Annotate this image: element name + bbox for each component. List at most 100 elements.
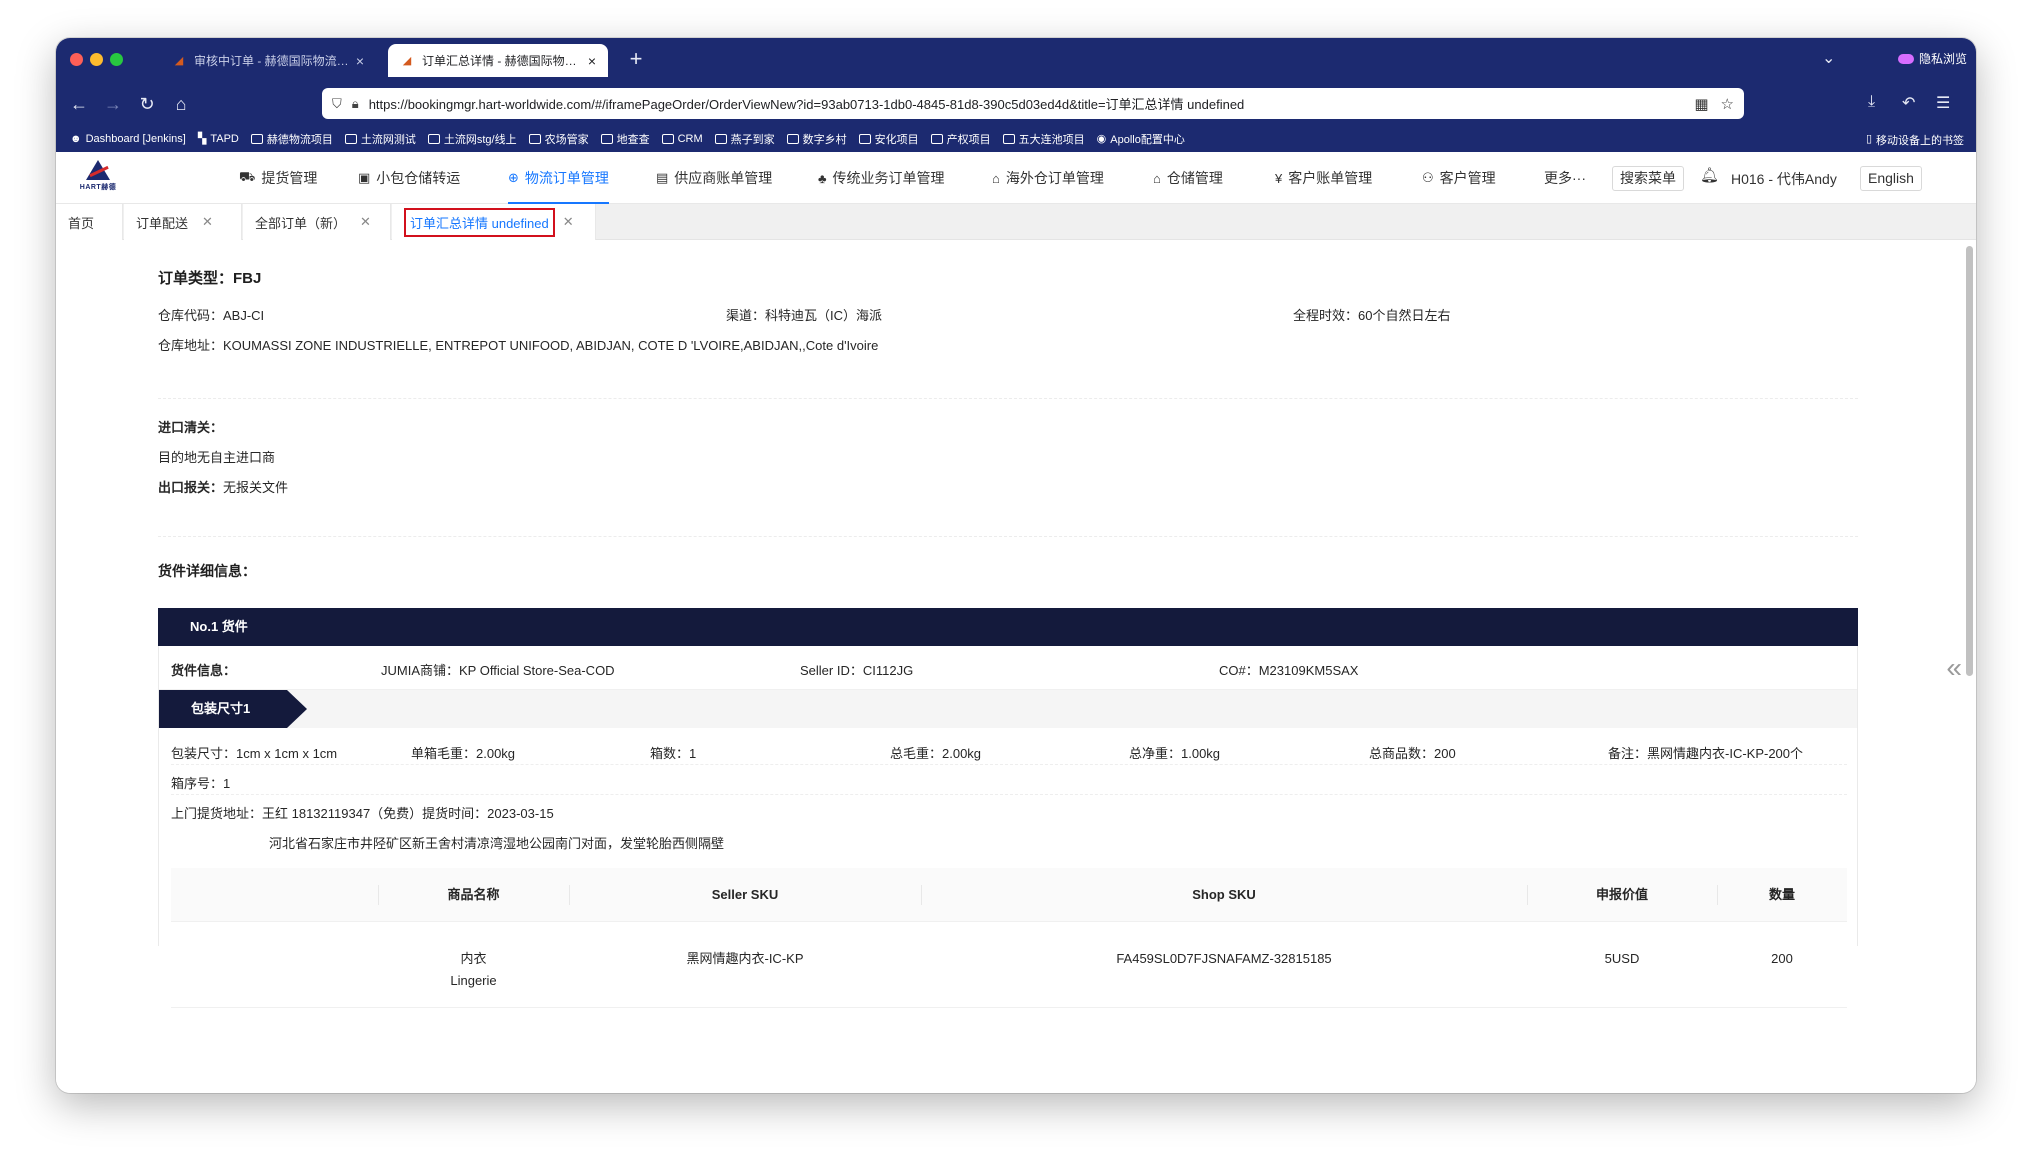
browser-tab-bar: ◢ 审核中订单 - 赫德国际物流管理系统 × ◢ 订单汇总详情 - 赫德国际物流…	[56, 38, 1976, 83]
bookmark-folder[interactable]: 地查查	[600, 131, 650, 147]
menu-overseas-orders[interactable]: ⌂ 海外仓订单管理	[992, 152, 1104, 204]
menu-pickup[interactable]: ⛟ 提货管理	[239, 152, 317, 204]
menu-more[interactable]: 更多···	[1544, 152, 1586, 204]
close-icon[interactable]: ✕	[360, 214, 371, 230]
users-icon: ⚇	[1422, 170, 1434, 185]
bookmark-item[interactable]: ◉ Apollo配置中心	[1097, 131, 1185, 147]
folder-icon	[600, 133, 613, 144]
minimize-window-button[interactable]	[90, 53, 103, 66]
bookmark-label: 产权项目	[946, 133, 991, 146]
reload-icon[interactable]: ↻	[134, 91, 160, 117]
tree-icon: ♣	[818, 170, 827, 186]
menu-parcel-transfer[interactable]: ▣ 小包仓储转运	[358, 152, 460, 204]
address-bar[interactable]: ⛉ 🔒︎ https://bookingmgr.hart-worldwide.c…	[322, 88, 1744, 119]
menu-label: 传统业务订单管理	[832, 170, 945, 186]
shield-icon[interactable]: ⛉	[332, 96, 342, 112]
bookmark-star-icon[interactable]: ☆	[1721, 95, 1734, 113]
close-window-button[interactable]	[70, 53, 83, 66]
forward-arrow-icon[interactable]: →	[100, 91, 126, 117]
menu-supplier-bills[interactable]: ▤ 供应商账单管理	[656, 152, 772, 204]
declared-value-cell: 5USD	[1604, 951, 1640, 966]
language-switch-button[interactable]: English	[1860, 166, 1922, 191]
back-arrow-icon[interactable]: ←	[66, 91, 92, 117]
tab-order-summary-detail[interactable]: 订单汇总详情 undefined ✕	[392, 204, 596, 240]
folder-icon	[250, 133, 263, 144]
qr-code-icon[interactable]: ▦	[1694, 95, 1708, 113]
product-name-cn: 内衣	[460, 951, 487, 966]
share-back-icon[interactable]: ↶	[1902, 93, 1915, 113]
menu-customers[interactable]: ⚇ 客户管理	[1422, 152, 1496, 204]
zoom-window-button[interactable]	[110, 53, 123, 66]
folder-icon	[427, 133, 440, 144]
download-icon[interactable]: ⤓	[1868, 93, 1875, 111]
bookmark-folder[interactable]: 燕子到家	[714, 131, 775, 147]
shop-sku-cell: FA459SL0D7FJSNAFAMZ-32815185	[1116, 951, 1332, 966]
tab-list-chevron-icon[interactable]: ⌄	[1822, 48, 1835, 68]
close-tab-icon[interactable]: ×	[588, 53, 596, 69]
bookmark-folder[interactable]: 安化项目	[858, 131, 919, 147]
bookmark-folder[interactable]: 赫德物流项目	[250, 131, 333, 147]
product-name-cell: 内衣 Lingerie	[378, 948, 569, 992]
user-name[interactable]: H016 - 代伟Andy	[1731, 169, 1837, 189]
vertical-scrollbar[interactable]	[1966, 246, 1973, 676]
lock-icon[interactable]: 🔒︎	[352, 96, 359, 112]
browser-tab-order-detail[interactable]: ◢ 订单汇总详情 - 赫德国际物流管理系统 ×	[388, 44, 608, 77]
folder-icon	[344, 133, 357, 144]
tab-label: 首页	[68, 215, 95, 231]
active-tab-highlight: 订单汇总详情 undefined	[404, 207, 555, 237]
box-count: 箱数：1	[650, 746, 697, 761]
cargo-section-title: 货件详细信息：	[158, 563, 256, 579]
new-tab-button[interactable]: +	[622, 46, 650, 72]
mobile-bookmarks[interactable]: ▯ 移动设备上的书签	[1866, 132, 1964, 148]
site-favicon-icon: ◢	[174, 54, 184, 67]
bookmark-item[interactable]: ☻ Dashboard [Jenkins]	[70, 133, 186, 145]
site-favicon-icon: ◢	[402, 54, 412, 67]
menu-warehouse[interactable]: ⌂ 仓储管理	[1153, 152, 1223, 204]
bell-icon[interactable]: 🔔︎	[1700, 166, 1719, 184]
menu-customer-bills[interactable]: ¥ 客户账单管理	[1275, 152, 1372, 204]
search-menu-button[interactable]: 搜索菜单	[1612, 166, 1684, 191]
box-number: 箱序号：1	[171, 776, 231, 791]
goods-table-header: 商品名称 Seller SKU Shop SKU 申报价值 数量	[171, 868, 1847, 922]
package-size-bar: 包装尺寸1	[159, 690, 1857, 728]
tab-all-orders-new[interactable]: 全部订单（新） ✕	[243, 204, 391, 240]
close-icon[interactable]: ✕	[202, 214, 213, 230]
bookmark-folder[interactable]: CRM	[661, 133, 703, 145]
hart-logo[interactable]: HART赫德	[76, 160, 120, 196]
jenkins-icon: ☻	[70, 132, 82, 145]
bookmark-folder[interactable]: 五大连池项目	[1002, 131, 1085, 147]
close-tab-icon[interactable]: ×	[356, 53, 364, 69]
url-text[interactable]: https://bookingmgr.hart-worldwide.com/#/…	[369, 94, 1683, 113]
tab-order-delivery[interactable]: 订单配送 ✕	[124, 204, 242, 240]
private-browsing-label: 隐私浏览	[1919, 52, 1968, 66]
menu-label: 供应商账单管理	[674, 170, 773, 186]
bookmark-folder[interactable]: 土流网测试	[344, 131, 416, 147]
tab-home[interactable]: 首页	[56, 204, 123, 240]
menu-lines-icon[interactable]: ☰	[1936, 93, 1950, 113]
home-icon[interactable]: ⌂	[168, 91, 194, 117]
globe-icon: ⊕	[508, 170, 519, 185]
bookmark-folder[interactable]: 数字乡村	[786, 131, 847, 147]
cargo-co-number: CO#：M23109KM5SAX	[1219, 663, 1359, 678]
bookmark-folder[interactable]: 土流网stg/线上	[427, 131, 517, 147]
menu-label: 更多···	[1544, 170, 1586, 186]
menu-label: 海外仓订单管理	[1005, 170, 1104, 186]
timeliness: 全程时效：60个自然日左右	[1293, 308, 1451, 323]
menu-traditional-orders[interactable]: ♣ 传统业务订单管理	[818, 152, 945, 204]
row-divider	[171, 794, 1847, 795]
browser-tab-review-orders[interactable]: ◢ 审核中订单 - 赫德国际物流管理系统 ×	[160, 44, 376, 77]
folder-icon	[1002, 133, 1015, 144]
menu-logistics-orders[interactable]: ⊕ 物流订单管理	[508, 152, 609, 204]
mobile-device-icon: ▯	[1865, 133, 1872, 145]
bookmark-folder[interactable]: 农场管家	[528, 131, 589, 147]
browser-tab-title: 订单汇总详情 - 赫德国际物流管理系统	[422, 54, 582, 68]
bookmark-folder[interactable]: 产权项目	[930, 131, 991, 147]
double-chevron-left-icon[interactable]: «	[1946, 652, 1962, 684]
logo-text: HART赫德	[79, 184, 117, 191]
bookmarks-bar: ☻ Dashboard [Jenkins] ▚ TAPD 赫德物流项目 土流网测试 …	[56, 125, 1976, 152]
close-icon[interactable]: ✕	[563, 214, 574, 230]
gross-weight: 总毛重：2.00kg	[890, 746, 982, 761]
browser-toolbar: ← → ↻ ⌂ ⛉ 🔒︎ https://bookingmgr.hart-wor…	[56, 83, 1976, 125]
section-divider	[158, 398, 1858, 399]
bookmark-item[interactable]: ▚ TAPD	[198, 132, 239, 146]
